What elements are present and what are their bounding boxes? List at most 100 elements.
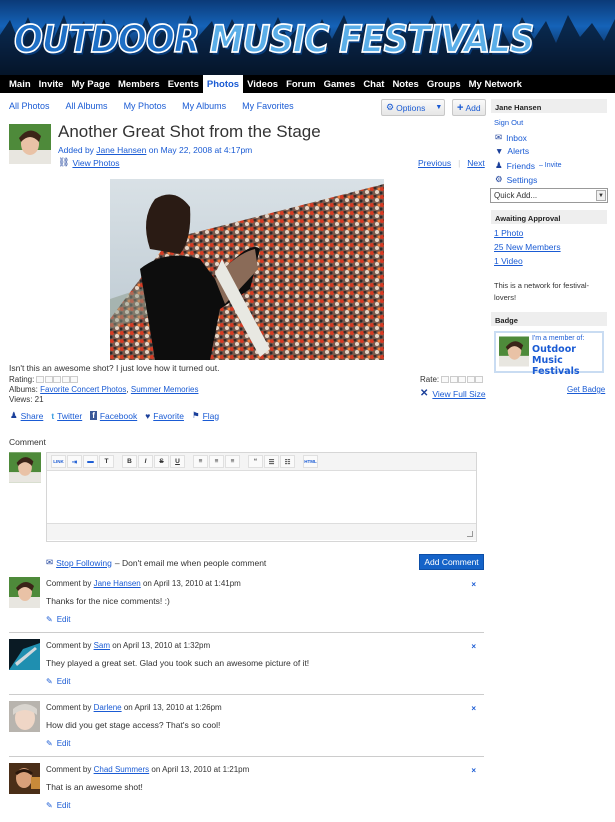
- nav-members[interactable]: Members: [114, 75, 164, 93]
- nav-notes[interactable]: Notes: [388, 75, 422, 93]
- image-icon[interactable]: ▬: [83, 455, 98, 468]
- nav-events[interactable]: Events: [164, 75, 203, 93]
- approval-members-link[interactable]: 25 New Members: [494, 242, 561, 252]
- edit-comment-link[interactable]: ✎ Edit: [46, 677, 71, 686]
- options-button[interactable]: ⚙ Options ▼: [381, 99, 445, 116]
- align-left-icon[interactable]: ≡: [193, 455, 208, 468]
- album-link[interactable]: Favorite Concert Photos: [40, 385, 126, 394]
- comment-text: How did you get stage access? That's so …: [46, 720, 221, 730]
- nav-forum[interactable]: Forum: [282, 75, 320, 93]
- commenter-link[interactable]: Darlene: [94, 703, 122, 712]
- rate-stars[interactable]: [441, 376, 484, 383]
- member-badge[interactable]: I'm a member of: Outdoor Music Festivals: [494, 331, 604, 377]
- add-button[interactable]: + Add: [452, 99, 486, 116]
- chevron-down-icon: ▼: [596, 190, 606, 201]
- sign-out-link[interactable]: Sign Out: [494, 118, 523, 127]
- nav-videos[interactable]: Videos: [243, 75, 282, 93]
- next-link[interactable]: Next: [467, 158, 484, 168]
- subnav-my-albums[interactable]: My Albums: [182, 101, 226, 111]
- subnav-all-photos[interactable]: All Photos: [9, 101, 50, 111]
- commenter-avatar[interactable]: [9, 639, 40, 670]
- site-logo[interactable]: OUTDOOR MUSIC FESTIVALS: [13, 17, 535, 63]
- author-avatar[interactable]: [9, 124, 51, 164]
- edit-comment-link[interactable]: ✎ Edit: [46, 615, 71, 624]
- delete-comment-icon[interactable]: ×: [471, 766, 476, 775]
- facebook-button[interactable]: f Facebook: [90, 410, 137, 421]
- nav-games[interactable]: Games: [320, 75, 360, 93]
- commenter-avatar[interactable]: [9, 763, 40, 794]
- previous-link[interactable]: Previous: [418, 158, 451, 168]
- album-link[interactable]: Summer Memories: [131, 385, 199, 394]
- invite-link[interactable]: – Invite: [539, 162, 562, 169]
- html-icon[interactable]: HTML: [303, 455, 318, 468]
- current-user-avatar: [9, 452, 41, 483]
- approval-photo-link[interactable]: 1 Photo: [494, 228, 523, 238]
- text-box-icon[interactable]: T: [99, 455, 114, 468]
- subnav-all-albums[interactable]: All Albums: [66, 101, 108, 111]
- nav-chat[interactable]: Chat: [359, 75, 388, 93]
- resize-handle-icon[interactable]: [467, 531, 473, 537]
- italic-icon[interactable]: I: [138, 455, 153, 468]
- view-full-size-link[interactable]: ✕ View Full Size: [420, 388, 486, 399]
- numbered-list-icon[interactable]: ☷: [280, 455, 295, 468]
- commenter-link[interactable]: Sam: [94, 641, 110, 650]
- insert-link-icon[interactable]: ⇥: [67, 455, 82, 468]
- star-icon[interactable]: [458, 376, 467, 383]
- nav-my-page[interactable]: My Page: [67, 75, 114, 93]
- inbox-icon: ✉: [495, 132, 503, 142]
- view-photos-label[interactable]: View Photos: [72, 158, 119, 168]
- edit-comment-link[interactable]: ✎ Edit: [46, 739, 71, 748]
- add-comment-button[interactable]: Add Comment: [419, 554, 484, 570]
- main-photo[interactable]: [110, 179, 384, 360]
- view-count: Views: 21: [9, 395, 44, 404]
- approval-video-link[interactable]: 1 Video: [494, 256, 523, 266]
- commenter-link[interactable]: Jane Hansen: [94, 579, 141, 588]
- star-icon[interactable]: [475, 376, 484, 383]
- bullet-list-icon[interactable]: ☰: [264, 455, 279, 468]
- star-icon: [70, 376, 79, 383]
- favorite-button[interactable]: ♥ Favorite: [145, 410, 184, 421]
- align-center-icon[interactable]: ≡: [209, 455, 224, 468]
- stop-following-link[interactable]: Stop Following: [56, 558, 112, 568]
- quote-icon[interactable]: “: [248, 455, 263, 468]
- comment-meta: Comment by Darlene on April 13, 2010 at …: [46, 703, 222, 712]
- nav-my-network[interactable]: My Network: [465, 75, 526, 93]
- subnav-my-photos[interactable]: My Photos: [124, 101, 167, 111]
- strikethrough-icon[interactable]: S: [154, 455, 169, 468]
- comment-text: Thanks for the nice comments! :): [46, 596, 170, 606]
- rating-stars: [36, 376, 79, 383]
- share-button[interactable]: ♟ Share: [10, 410, 43, 421]
- view-photos-link[interactable]: ⛓ View Photos: [58, 157, 120, 168]
- nav-main[interactable]: Main: [5, 75, 35, 93]
- commenter-link[interactable]: Chad Summers: [94, 765, 150, 774]
- dropdown-caret-icon[interactable]: ▼: [435, 104, 442, 111]
- underline-icon[interactable]: U: [170, 455, 185, 468]
- commenter-avatar[interactable]: [9, 577, 40, 608]
- bold-icon[interactable]: B: [122, 455, 137, 468]
- quick-add-select[interactable]: Quick Add... ▼: [490, 188, 608, 203]
- subnav-my-favorites[interactable]: My Favorites: [242, 101, 294, 111]
- nav-groups[interactable]: Groups: [423, 75, 465, 93]
- align-right-icon[interactable]: ≡: [225, 455, 240, 468]
- delete-comment-icon[interactable]: ×: [471, 580, 476, 589]
- link-icon[interactable]: LINK: [51, 455, 66, 468]
- sidebar-item-friends[interactable]: ♟ Friends – Invite: [495, 160, 562, 171]
- star-icon[interactable]: [466, 376, 475, 383]
- author-link[interactable]: Jane Hansen: [96, 145, 146, 155]
- star-icon[interactable]: [441, 376, 450, 383]
- get-badge-link[interactable]: Get Badge: [567, 385, 605, 394]
- flag-button[interactable]: ⚑ Flag: [192, 410, 219, 421]
- star-icon[interactable]: [449, 376, 458, 383]
- sidebar-item-settings[interactable]: ⚙ Settings: [495, 174, 537, 185]
- delete-comment-icon[interactable]: ×: [471, 704, 476, 713]
- comment-textarea[interactable]: [47, 471, 476, 523]
- delete-comment-icon[interactable]: ×: [471, 642, 476, 651]
- sidebar-item-inbox[interactable]: ✉ Inbox: [495, 132, 527, 143]
- view-full-size-label[interactable]: View Full Size: [432, 389, 485, 399]
- nav-invite[interactable]: Invite: [35, 75, 68, 93]
- twitter-button[interactable]: t Twitter: [51, 410, 82, 421]
- edit-comment-link[interactable]: ✎ Edit: [46, 801, 71, 810]
- nav-photos[interactable]: Photos: [202, 75, 244, 93]
- commenter-avatar[interactable]: [9, 701, 40, 732]
- sidebar-item-alerts[interactable]: ▼ Alerts: [495, 146, 529, 156]
